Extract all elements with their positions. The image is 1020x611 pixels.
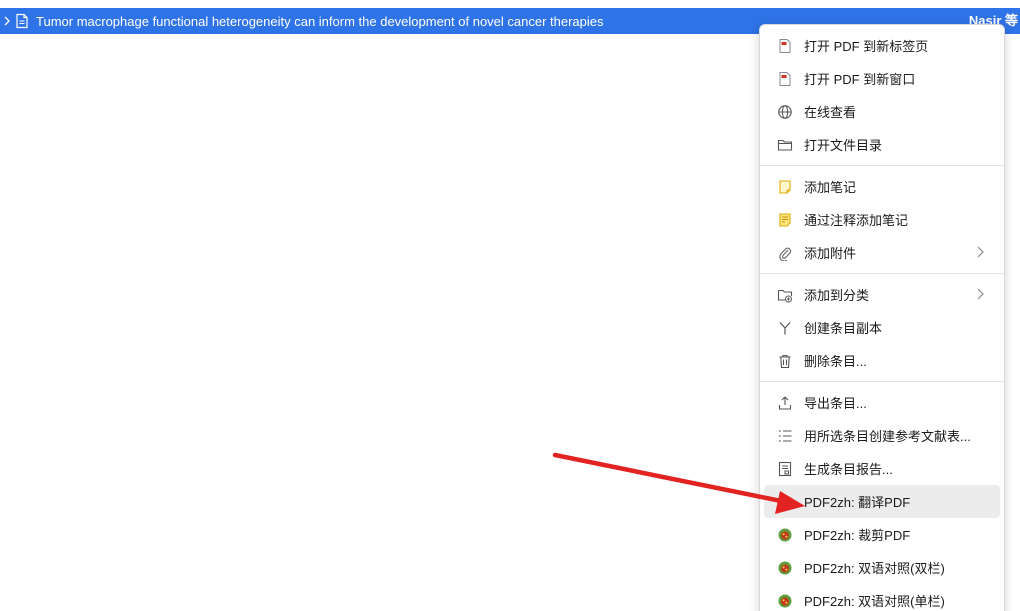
menu-item-label: PDF2zh: 双语对照(双栏) [804, 561, 945, 576]
menu-item-label: 添加笔记 [804, 180, 857, 195]
paperclip-icon [776, 244, 794, 262]
add-folder-icon [776, 286, 794, 304]
context-menu: 打开 PDF 到新标签页 打开 PDF 到新窗口 在线查看打开文件目录 添加笔记通过注… [759, 24, 1005, 611]
folder-icon [776, 136, 794, 154]
menu-item-label: 生成条目报告... [804, 462, 893, 477]
menu-item[interactable]: 在线查看 [764, 95, 1000, 128]
menu-item-label: 通过注释添加笔记 [804, 213, 909, 228]
pdf2zh-icon [776, 592, 794, 610]
pdf2zh-icon [776, 559, 794, 577]
menu-item[interactable]: 打开 PDF 到新窗口 [764, 62, 1000, 95]
pdf2zh-icon [776, 526, 794, 544]
menu-item-label: PDF2zh: 双语对照(单栏) [804, 594, 945, 609]
menu-item-label: 在线查看 [804, 105, 857, 120]
chevron-right-icon [974, 287, 986, 301]
menu-item-label: 打开 PDF 到新窗口 [804, 72, 916, 87]
menu-item[interactable]: PDF2zh: 双语对照(双栏) [764, 551, 1000, 584]
globe-icon [776, 103, 794, 121]
document-icon [14, 13, 30, 29]
trash-icon [776, 352, 794, 370]
menu-item-label: 打开 PDF 到新标签页 [804, 39, 929, 54]
bibliography-icon [776, 427, 794, 445]
menu-item[interactable]: 删除条目... [764, 344, 1000, 377]
menu-item[interactable]: 通过注释添加笔记 [764, 203, 1000, 236]
menu-item-label: 创建条目副本 [804, 321, 883, 336]
app-window: Tumor macrophage functional heterogeneit… [0, 0, 1020, 611]
menu-item[interactable]: 打开 PDF 到新标签页 [764, 29, 1000, 62]
menu-item[interactable]: 创建条目副本 [764, 311, 1000, 344]
duplicate-icon [776, 319, 794, 337]
menu-item[interactable]: 添加笔记 [764, 170, 1000, 203]
menu-item[interactable]: 添加到分类 [764, 278, 1000, 311]
pdf-icon [776, 70, 794, 88]
menu-item[interactable]: 导出条目... [764, 386, 1000, 419]
menu-item-label: 导出条目... [804, 396, 867, 411]
pdf-icon [776, 37, 794, 55]
menu-item-label: PDF2zh: 翻译PDF [804, 495, 911, 510]
menu-item[interactable]: 用所选条目创建参考文献表... [764, 419, 1000, 452]
item-title: Tumor macrophage functional heterogeneit… [36, 13, 604, 29]
menu-item-label: 打开文件目录 [804, 138, 883, 153]
menu-separator [760, 381, 1004, 382]
menu-item[interactable]: 添加附件 [764, 236, 1000, 269]
menu-item-label: 删除条目... [804, 354, 867, 369]
menu-item-label: 添加到分类 [804, 288, 870, 303]
report-icon [776, 460, 794, 478]
menu-item[interactable]: PDF2zh: 翻译PDF [764, 485, 1000, 518]
note-icon [776, 178, 794, 196]
chevron-right-icon [974, 245, 986, 259]
export-icon [776, 394, 794, 412]
menu-separator [760, 165, 1004, 166]
menu-item[interactable]: 打开文件目录 [764, 128, 1000, 161]
menu-item[interactable]: 生成条目报告... [764, 452, 1000, 485]
pdf2zh-icon [776, 493, 794, 511]
menu-separator [760, 273, 1004, 274]
annotation-note-icon [776, 211, 794, 229]
chevron-right-icon[interactable] [2, 16, 12, 26]
menu-item-label: 用所选条目创建参考文献表... [804, 429, 971, 444]
menu-item-label: PDF2zh: 裁剪PDF [804, 528, 911, 543]
menu-item[interactable]: PDF2zh: 双语对照(单栏) [764, 584, 1000, 611]
menu-item[interactable]: PDF2zh: 裁剪PDF [764, 518, 1000, 551]
menu-item-label: 添加附件 [804, 246, 857, 261]
